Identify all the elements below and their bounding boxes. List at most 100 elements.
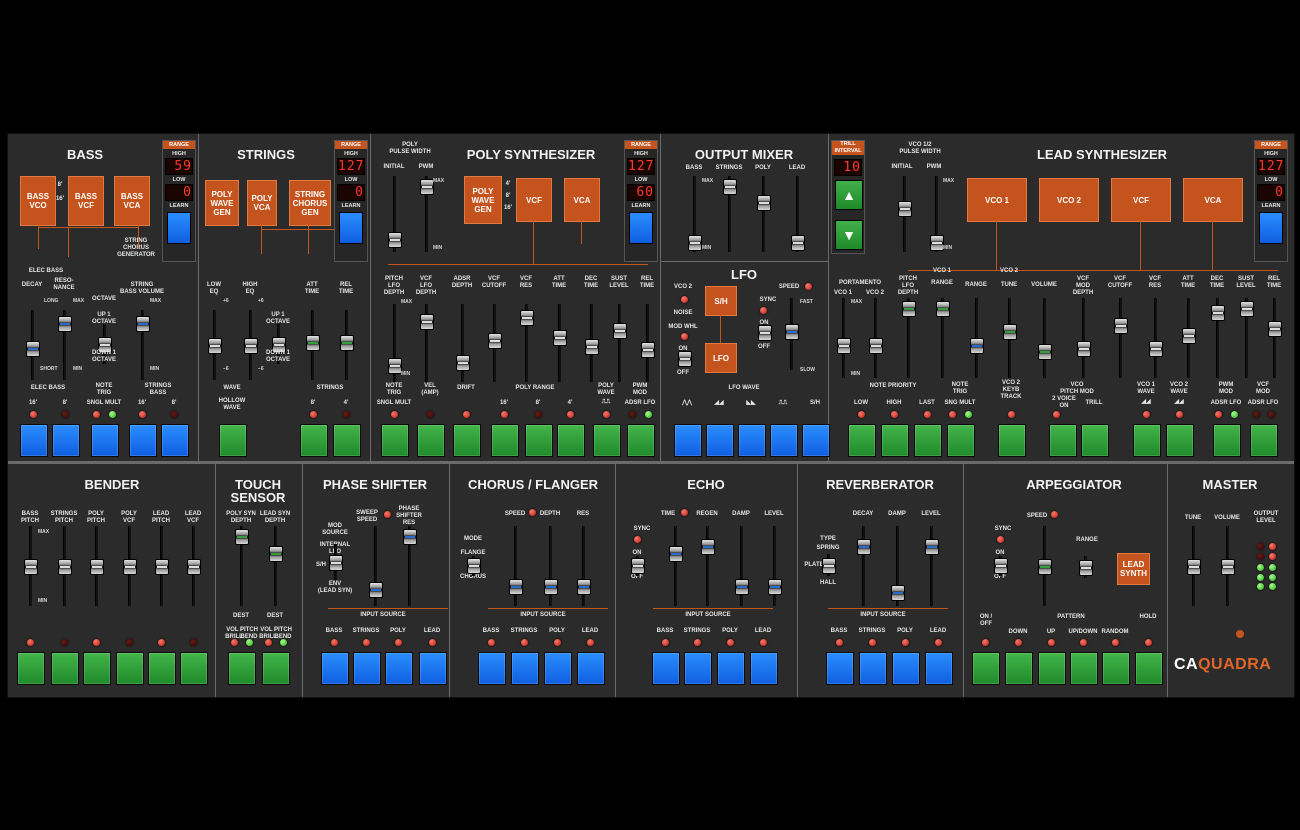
bass-resonance-slider[interactable] bbox=[56, 310, 72, 380]
lead-toggle-button[interactable] bbox=[947, 424, 975, 457]
slider-cap[interactable] bbox=[898, 200, 912, 217]
slider-cap[interactable] bbox=[329, 555, 343, 571]
slider-cap[interactable] bbox=[1003, 324, 1017, 341]
slider-cap[interactable] bbox=[631, 558, 645, 575]
echo-damp-slider[interactable] bbox=[733, 526, 749, 606]
learn-button[interactable] bbox=[629, 212, 653, 244]
lead-toggle-button[interactable] bbox=[1049, 424, 1077, 457]
bass-toggle-button[interactable] bbox=[52, 424, 80, 457]
slider-cap[interactable] bbox=[26, 340, 40, 357]
slider-cap[interactable] bbox=[785, 324, 799, 341]
input-source-button[interactable] bbox=[684, 652, 712, 685]
lead-toggle-button[interactable] bbox=[998, 424, 1026, 457]
bass-toggle-button[interactable] bbox=[20, 424, 48, 457]
slider-cap[interactable] bbox=[822, 558, 836, 574]
lfo-wave-button[interactable] bbox=[706, 424, 734, 457]
reverb-level-slider[interactable] bbox=[923, 526, 939, 606]
input-source-button[interactable] bbox=[511, 652, 539, 685]
slider-cap[interactable] bbox=[369, 582, 383, 599]
bender-slider[interactable] bbox=[185, 526, 201, 606]
touch-dest-button[interactable] bbox=[228, 652, 256, 685]
slider-cap[interactable] bbox=[994, 558, 1008, 575]
lead-toggle-button[interactable] bbox=[1133, 424, 1161, 457]
slider-cap[interactable] bbox=[1038, 344, 1052, 361]
vco1-range-slider[interactable] bbox=[934, 298, 950, 378]
slider-cap[interactable] bbox=[1038, 559, 1052, 575]
slider-cap[interactable] bbox=[688, 234, 702, 251]
slider-cap[interactable] bbox=[585, 339, 599, 356]
slider-cap[interactable] bbox=[641, 342, 655, 359]
lead-slider[interactable] bbox=[1238, 298, 1254, 378]
bass-toggle-button[interactable] bbox=[129, 424, 157, 457]
input-source-button[interactable] bbox=[544, 652, 572, 685]
slider-cap[interactable] bbox=[891, 585, 905, 602]
slider-cap[interactable] bbox=[90, 559, 104, 575]
lead-toggle-button[interactable] bbox=[881, 424, 909, 457]
arp-button[interactable] bbox=[1070, 652, 1098, 685]
arp-lead-synth-button[interactable]: LEAD SYNTH bbox=[1117, 553, 1150, 585]
lead-toggle-button[interactable] bbox=[848, 424, 876, 457]
arp-button[interactable] bbox=[1135, 652, 1163, 685]
echo-level-slider[interactable] bbox=[766, 526, 782, 606]
hollow-wave-button[interactable] bbox=[219, 424, 247, 457]
poly-slider[interactable] bbox=[518, 304, 534, 382]
slider-cap[interactable] bbox=[723, 179, 737, 196]
mixer-slider[interactable] bbox=[721, 176, 737, 252]
touch-dest-button[interactable] bbox=[262, 652, 290, 685]
input-source-button[interactable] bbox=[353, 652, 381, 685]
lead-slider[interactable] bbox=[1147, 298, 1163, 378]
bender-slider[interactable] bbox=[121, 526, 137, 606]
input-source-button[interactable] bbox=[321, 652, 349, 685]
input-source-button[interactable] bbox=[652, 652, 680, 685]
slider-cap[interactable] bbox=[925, 539, 939, 556]
poly-slider[interactable] bbox=[551, 304, 567, 382]
mixer-slider[interactable] bbox=[789, 176, 805, 252]
arp-button[interactable] bbox=[1005, 652, 1033, 685]
poly-slider[interactable] bbox=[611, 304, 627, 382]
slider-cap[interactable] bbox=[837, 337, 851, 354]
slider-cap[interactable] bbox=[1221, 559, 1235, 575]
input-source-button[interactable] bbox=[892, 652, 920, 685]
learn-button[interactable] bbox=[339, 212, 363, 244]
arp-button[interactable] bbox=[1038, 652, 1066, 685]
bender-button[interactable] bbox=[51, 652, 79, 685]
strings-high-eq-slider[interactable] bbox=[242, 310, 258, 380]
slider-cap[interactable] bbox=[735, 578, 749, 595]
poly-pw-initial-slider[interactable] bbox=[386, 176, 402, 252]
slider-cap[interactable] bbox=[388, 231, 402, 248]
input-source-button[interactable] bbox=[717, 652, 745, 685]
reverb-decay-slider[interactable] bbox=[855, 526, 871, 606]
chorus-res-slider[interactable] bbox=[575, 526, 591, 606]
lfo-wave-button[interactable] bbox=[770, 424, 798, 457]
bender-slider[interactable] bbox=[88, 526, 104, 606]
poly-toggle-button[interactable] bbox=[557, 424, 585, 457]
bender-button[interactable] bbox=[180, 652, 208, 685]
slider-cap[interactable] bbox=[768, 578, 782, 595]
portamento-vco2-slider[interactable] bbox=[867, 298, 883, 378]
slider-cap[interactable] bbox=[701, 539, 715, 556]
chorus-depth-slider[interactable] bbox=[542, 526, 558, 606]
slider-cap[interactable] bbox=[1268, 321, 1282, 338]
slider-cap[interactable] bbox=[669, 545, 683, 562]
poly-slider[interactable] bbox=[418, 304, 434, 382]
poly-toggle-button[interactable] bbox=[491, 424, 519, 457]
slider-cap[interactable] bbox=[467, 557, 481, 574]
slider-cap[interactable] bbox=[758, 324, 772, 341]
bender-slider[interactable] bbox=[56, 526, 72, 606]
slider-cap[interactable] bbox=[930, 234, 944, 251]
poly-pwm-slider[interactable] bbox=[418, 176, 434, 252]
lfo-sync-switch[interactable] bbox=[756, 324, 772, 341]
slider-cap[interactable] bbox=[208, 338, 222, 354]
bass-toggle-button[interactable] bbox=[161, 424, 189, 457]
bender-slider[interactable] bbox=[153, 526, 169, 606]
poly-toggle-button[interactable] bbox=[381, 424, 409, 457]
input-source-button[interactable] bbox=[826, 652, 854, 685]
phase-mod-source-switch[interactable] bbox=[327, 544, 343, 580]
slider-cap[interactable] bbox=[757, 194, 771, 211]
slider-cap[interactable] bbox=[1079, 560, 1093, 576]
slider-cap[interactable] bbox=[869, 337, 883, 354]
slider-cap[interactable] bbox=[577, 578, 591, 595]
arp-range-switch[interactable] bbox=[1077, 556, 1093, 578]
lead-slider[interactable] bbox=[1266, 298, 1282, 378]
slider-cap[interactable] bbox=[936, 301, 950, 318]
